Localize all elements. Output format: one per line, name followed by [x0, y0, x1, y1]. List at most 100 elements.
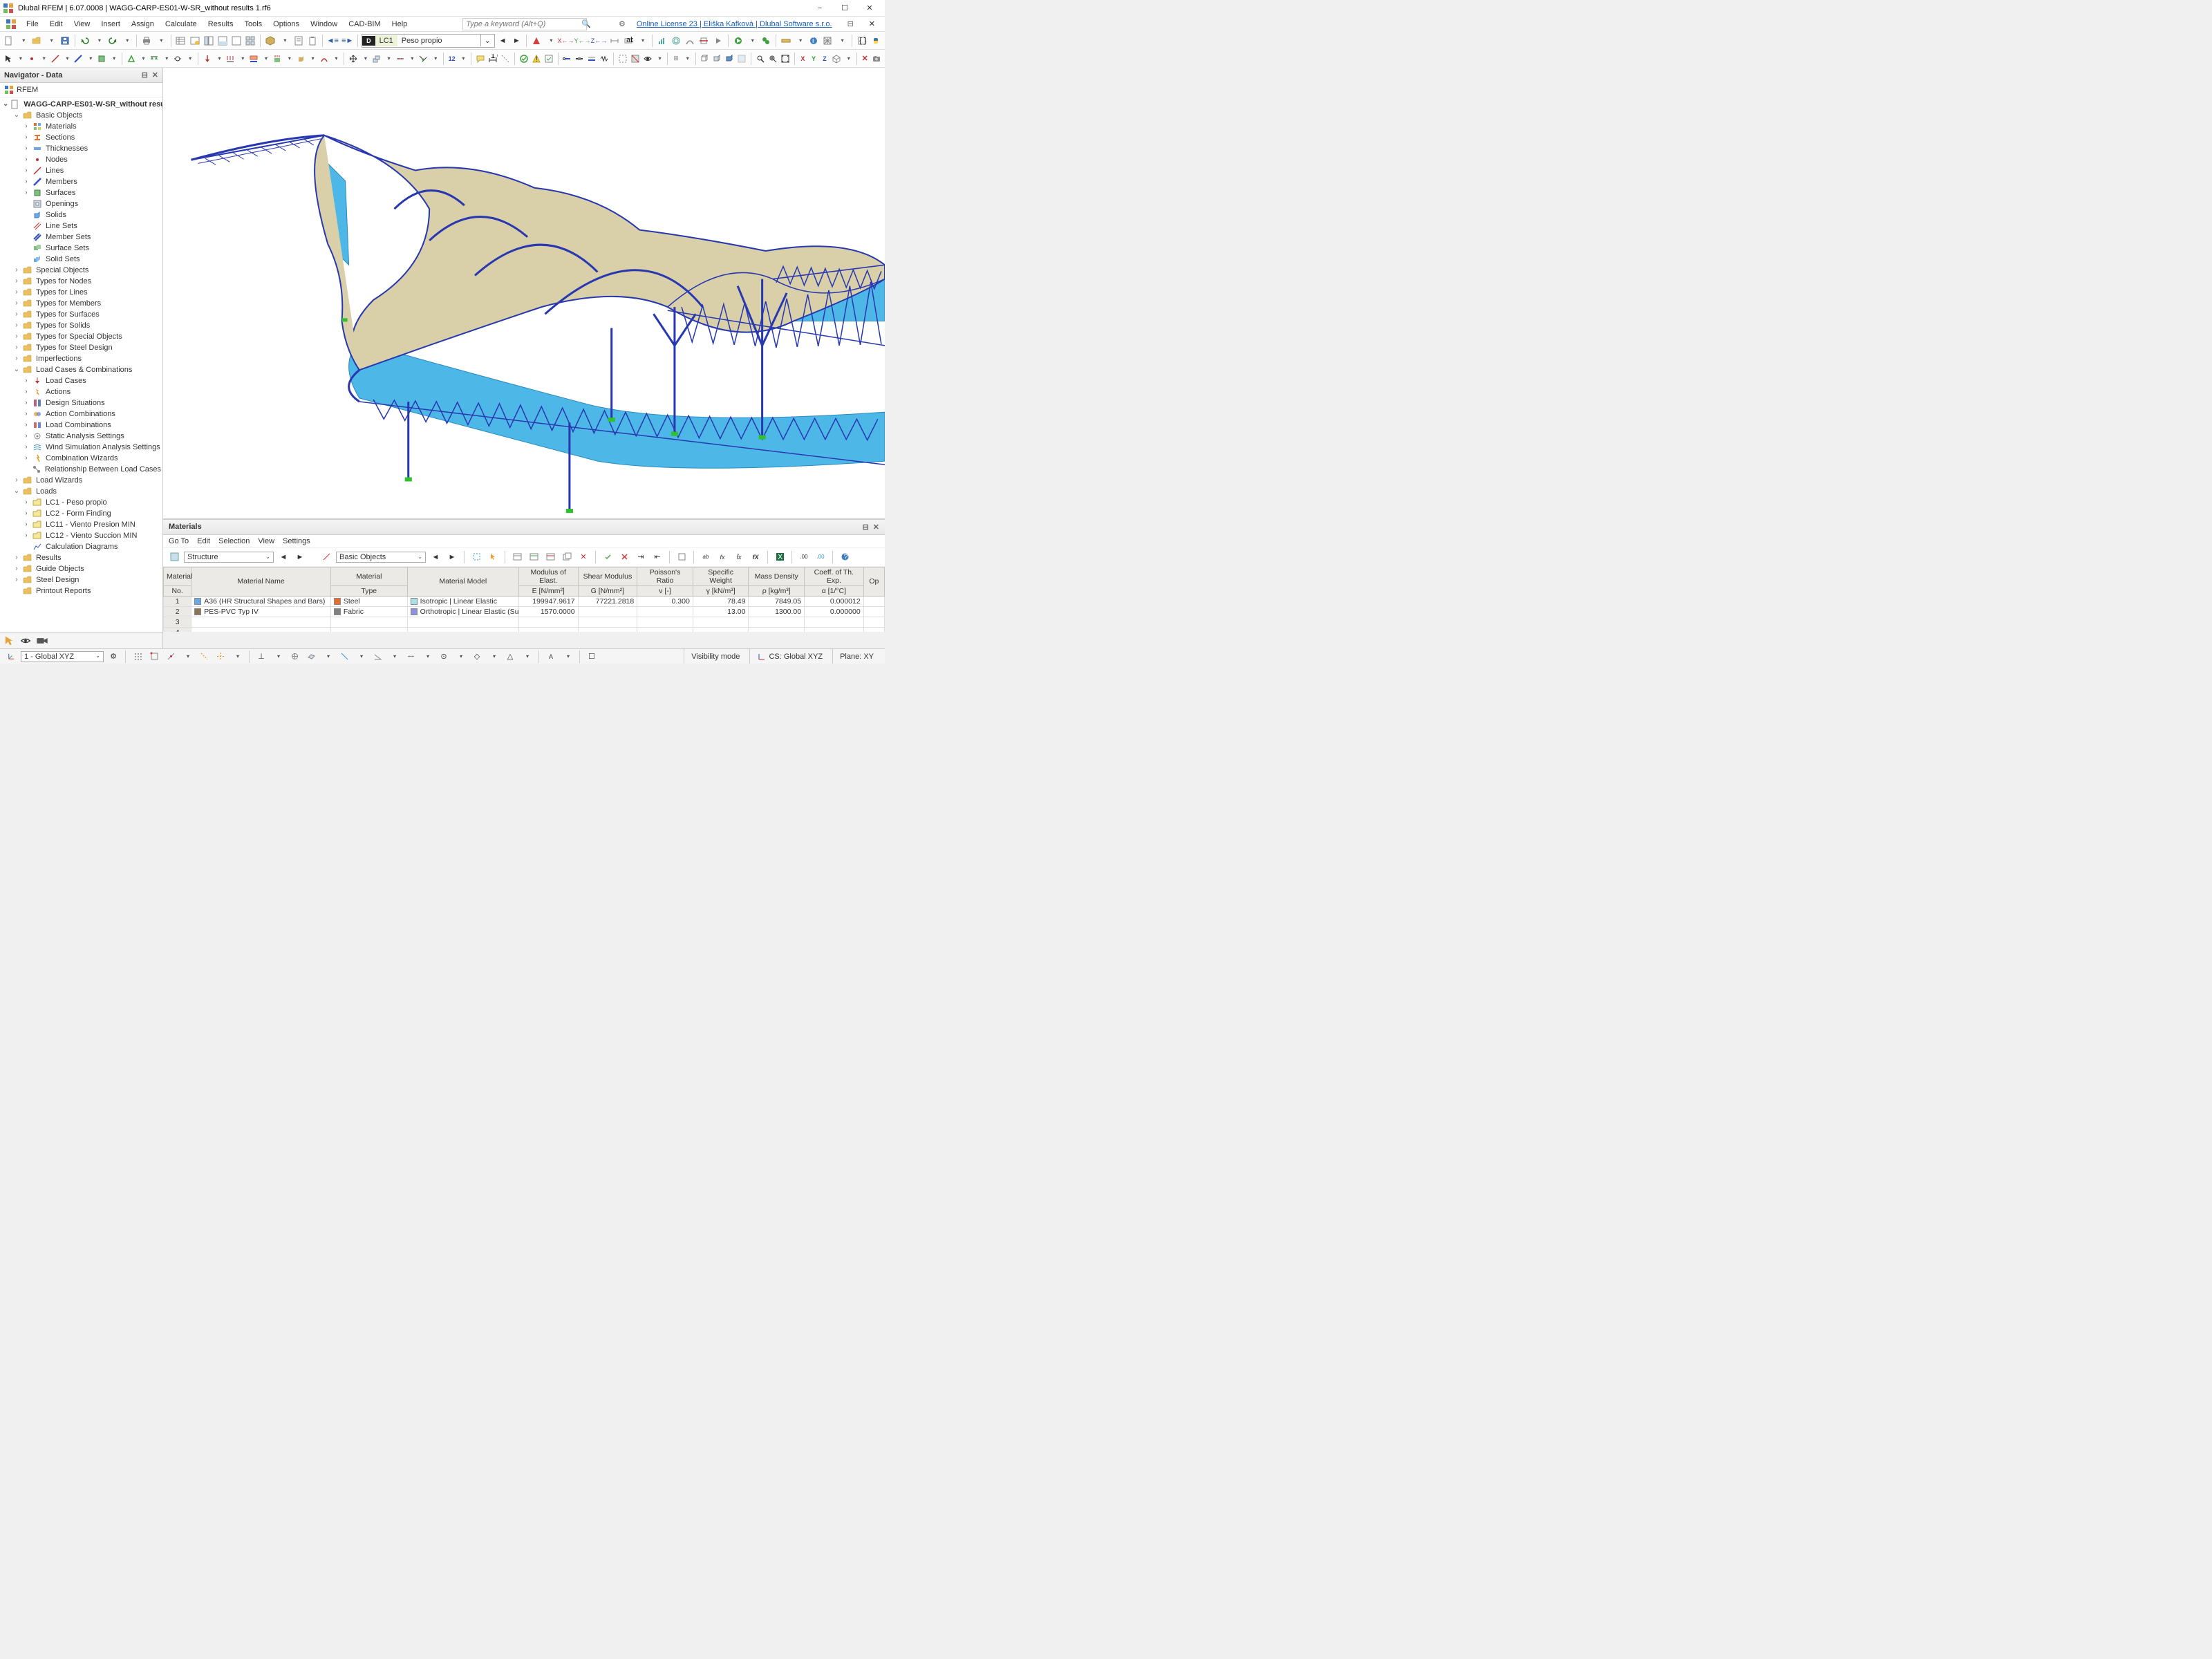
prev-cat-icon[interactable]: ◄	[276, 550, 290, 564]
decimal-icon[interactable]: .00	[797, 550, 811, 564]
box-snap-icon[interactable]: ☐	[585, 650, 599, 663]
fx2-icon[interactable]: f̄x	[732, 550, 746, 564]
display-render-icon[interactable]	[724, 51, 735, 66]
add-row-icon[interactable]	[510, 550, 524, 564]
extrude-icon[interactable]	[371, 51, 382, 66]
lcc-static-analysis-settings[interactable]: ›Static Analysis Settings	[1, 431, 162, 442]
extrude-dropdown[interactable]	[384, 51, 393, 66]
model-check-icon[interactable]	[543, 51, 554, 66]
group-icon[interactable]: ⊞	[671, 51, 681, 66]
group-types-for-surfaces[interactable]: ›Types for Surfaces	[1, 309, 162, 320]
mat-menu-edit[interactable]: Edit	[197, 537, 210, 545]
select-mode-icon[interactable]	[3, 635, 15, 647]
display-solid-icon[interactable]	[711, 51, 722, 66]
search-icon[interactable]: 🔍	[577, 18, 595, 30]
vis-hide-icon[interactable]	[630, 51, 641, 66]
track-icon[interactable]	[288, 650, 301, 663]
view-dropdown[interactable]	[843, 51, 853, 66]
line-dropdown[interactable]	[62, 51, 72, 66]
hinge-icon[interactable]	[172, 51, 183, 66]
mat-menu-settings[interactable]: Settings	[283, 537, 310, 545]
basic-sections[interactable]: ›Sections	[1, 132, 162, 143]
basic-solid-sets[interactable]: Solid Sets	[1, 254, 162, 265]
axes-icon[interactable]	[4, 650, 18, 663]
num-dropdown[interactable]	[458, 51, 468, 66]
print-dropdown[interactable]	[154, 33, 167, 48]
navigator-root[interactable]: RFEM	[0, 83, 162, 97]
camera-icon[interactable]	[871, 51, 882, 66]
asnap-dropdown[interactable]	[387, 650, 401, 663]
id-dropdown[interactable]	[331, 51, 341, 66]
node-dropdown[interactable]	[39, 51, 48, 66]
move-dropdown[interactable]	[360, 51, 370, 66]
printout-node[interactable]: Printout Reports	[1, 585, 162, 597]
loadcase-selector[interactable]: D LC1 Peso propio ⌄	[362, 34, 495, 48]
group-dropdown[interactable]	[682, 51, 692, 66]
endgrp-guide-objects[interactable]: ›Guide Objects	[1, 563, 162, 574]
text-dropdown[interactable]	[561, 650, 574, 663]
connect-dropdown[interactable]	[430, 51, 440, 66]
pin-icon[interactable]: ⊟	[863, 523, 869, 532]
show-results-icon[interactable]	[656, 33, 668, 48]
lcc-action-combinations[interactable]: ›Action Combinations	[1, 409, 162, 420]
lc-dropdown-icon[interactable]: ⌄	[480, 35, 494, 46]
table-row[interactable]: 4	[164, 627, 885, 632]
axis-y-icon[interactable]: Y←→	[575, 33, 590, 48]
fx-icon[interactable]: fx	[715, 550, 729, 564]
snap-obj-icon[interactable]	[147, 650, 161, 663]
view-z-icon[interactable]: Z	[820, 51, 830, 66]
lcc-combination-wizards[interactable]: ›Combination Wizards	[1, 453, 162, 464]
basic-surfaces[interactable]: ›Surfaces	[1, 187, 162, 198]
surface-load-icon[interactable]	[272, 51, 283, 66]
group-types-for-nodes[interactable]: ›Types for Nodes	[1, 276, 162, 287]
properties-icon[interactable]	[292, 33, 305, 48]
ns-dropdown[interactable]	[138, 51, 148, 66]
number-icon[interactable]: 12	[447, 51, 457, 66]
isolines-icon[interactable]	[670, 33, 682, 48]
move-icon[interactable]	[348, 51, 359, 66]
navigator-tree[interactable]: ⌄WAGG-CARP-ES01-W-SR_without results 1.r…	[0, 97, 162, 632]
snap-dropdown[interactable]	[180, 650, 194, 663]
settings-icon[interactable]: ⚙	[615, 18, 630, 30]
fx3-icon[interactable]: fX	[749, 550, 762, 564]
undo-dropdown[interactable]	[93, 33, 105, 48]
doc-close-button[interactable]: ✕	[865, 18, 879, 30]
viewport-3d[interactable]	[163, 68, 885, 519]
fem-dropdown[interactable]	[836, 33, 848, 48]
model-data-icon[interactable]	[264, 33, 276, 48]
copy-row-icon[interactable]	[560, 550, 574, 564]
group-types-for-solids[interactable]: ›Types for Solids	[1, 320, 162, 331]
excel-icon[interactable]: X	[773, 550, 787, 564]
menu-edit[interactable]: Edit	[46, 19, 67, 30]
consistency-icon[interactable]	[518, 51, 529, 66]
maximize-button[interactable]: ☐	[832, 0, 857, 17]
ortho-dropdown[interactable]	[271, 650, 285, 663]
insert-row-icon[interactable]	[527, 550, 541, 564]
menu-assign[interactable]: Assign	[127, 19, 158, 30]
dsnap-dropdown[interactable]	[420, 650, 434, 663]
plaus-icon[interactable]: !	[531, 51, 542, 66]
load-lc2[interactable]: ›LC2 - Form Finding	[1, 508, 162, 519]
calc-dropdown[interactable]	[746, 33, 758, 48]
print-icon[interactable]	[140, 33, 153, 48]
surface-icon[interactable]	[96, 51, 107, 66]
license-link[interactable]: Online License 23 | Eliška Kafková | Dlu…	[632, 20, 836, 28]
vis-sel-icon[interactable]	[617, 51, 628, 66]
keyword-search[interactable]	[462, 18, 587, 30]
select-icon[interactable]	[3, 51, 14, 66]
text-snap-icon[interactable]: A	[544, 650, 558, 663]
group-types-for-members[interactable]: ›Types for Members	[1, 298, 162, 309]
menu-window[interactable]: Window	[306, 19, 341, 30]
view-x-icon[interactable]: X	[798, 51, 807, 66]
obj-icon[interactable]	[319, 550, 333, 564]
menu-results[interactable]: Results	[204, 19, 238, 30]
menu-tools[interactable]: Tools	[240, 19, 266, 30]
table-row[interactable]: 2PES-PVC Typ IVFabricOrthotropic | Linea…	[164, 606, 885, 617]
filter-text-icon[interactable]: ab	[699, 550, 713, 564]
divide-icon[interactable]	[395, 51, 406, 66]
sel-cursor-icon[interactable]	[486, 550, 500, 564]
transparency-icon[interactable]	[736, 51, 747, 66]
close-button[interactable]: ✕	[857, 0, 882, 17]
comment-icon[interactable]	[475, 51, 486, 66]
hinge-dropdown[interactable]	[185, 51, 194, 66]
